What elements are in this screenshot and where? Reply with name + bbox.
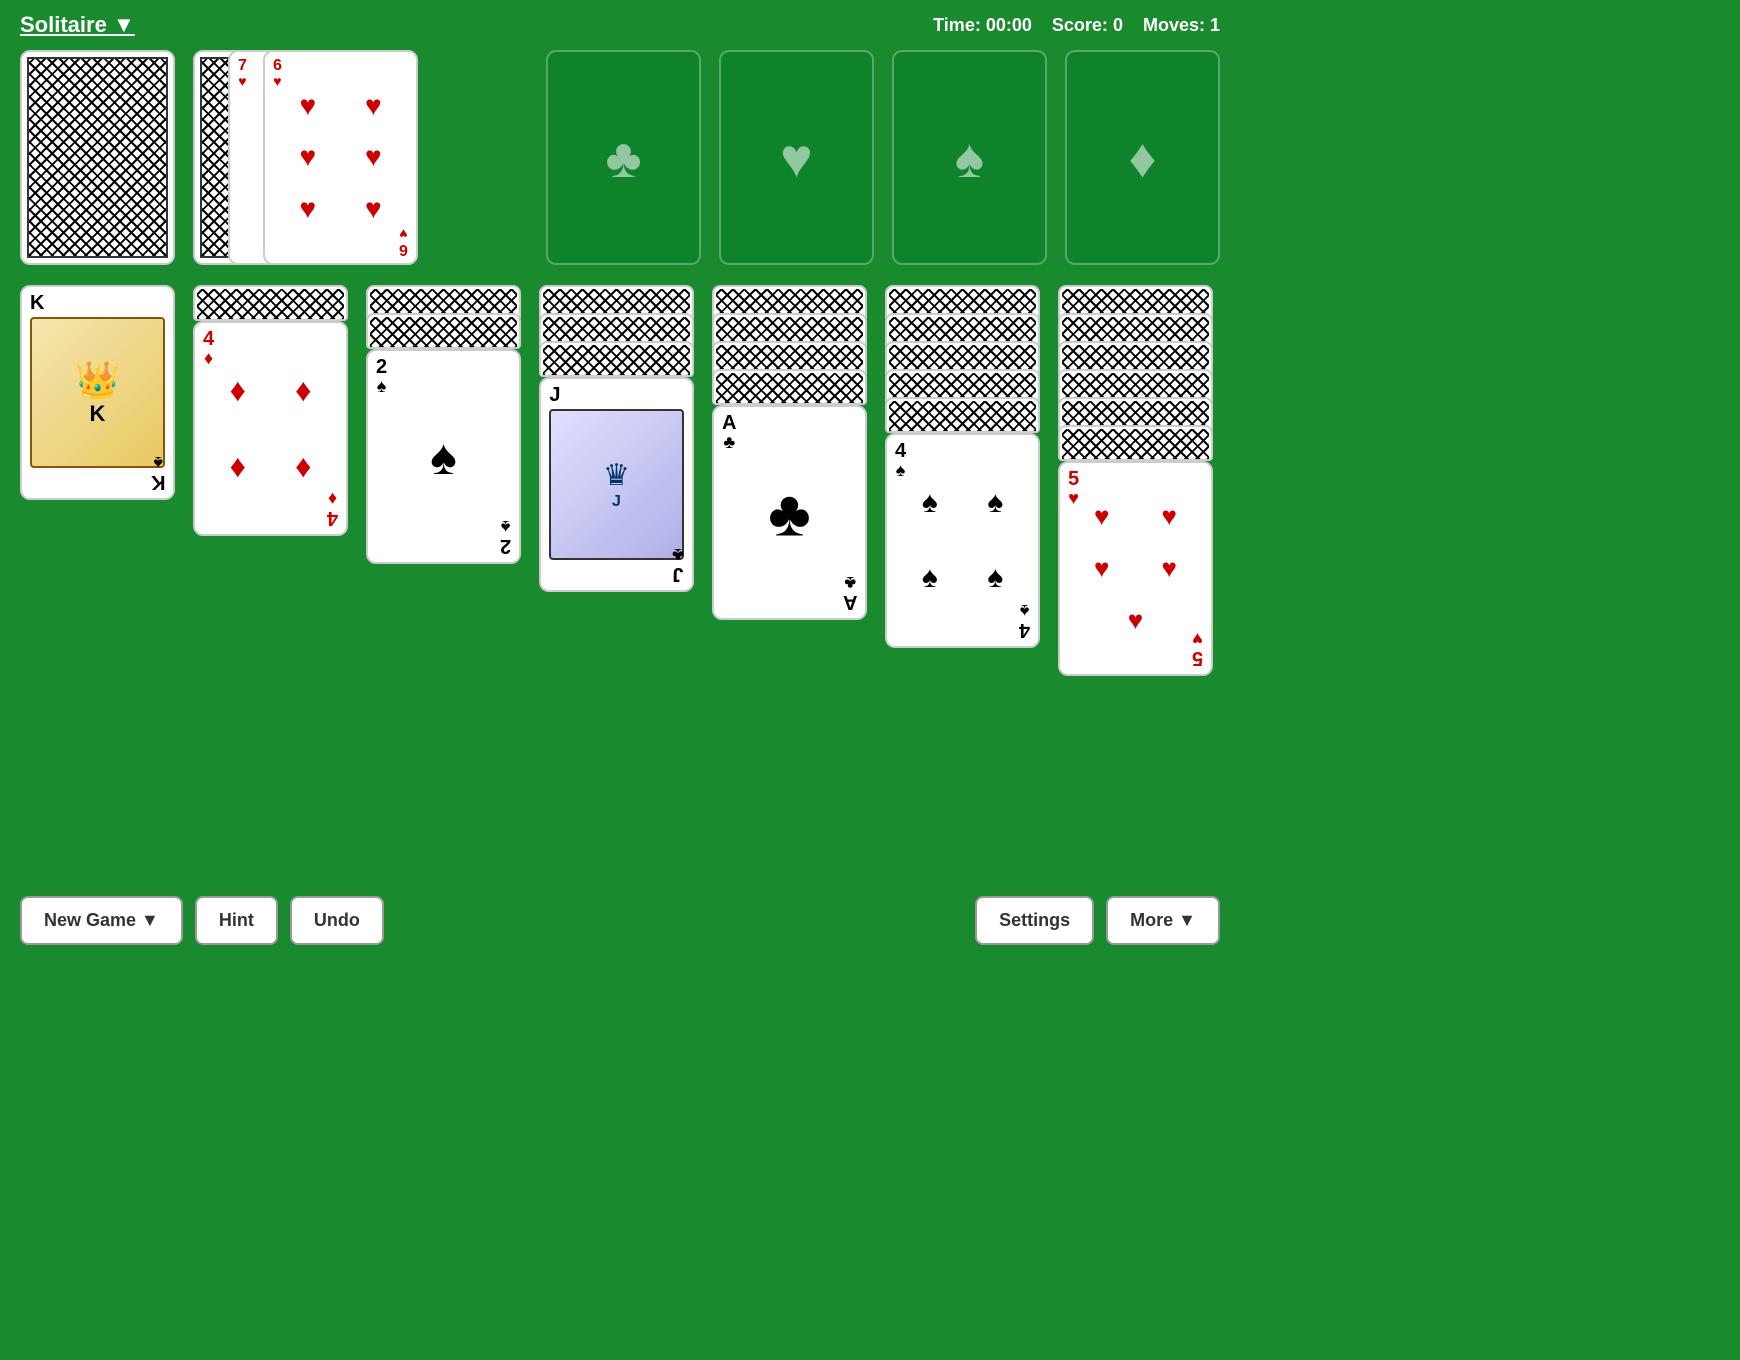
- tableau-col-4[interactable]: J ♣ ♛ J J ♣: [539, 285, 694, 685]
- footer-right-buttons: Settings More ▼: [975, 896, 1220, 945]
- tableau: K ♠ 👑 K K ♠: [20, 285, 1220, 685]
- waste-card-top[interactable]: 6 ♥ ♥ ♥ ♥ ♥ ♥ ♥ 6 ♥: [263, 50, 418, 265]
- stock-pile[interactable]: [20, 50, 175, 265]
- footer: New Game ▼ Hint Undo Settings More ▼: [0, 880, 1240, 960]
- foundation-spades[interactable]: ♠: [892, 50, 1047, 265]
- game-area: 7 ♥ 7 ♥ 6 ♥ ♥ ♥ ♥ ♥: [0, 50, 1240, 685]
- five-hearts-card[interactable]: 5 ♥ ♥ ♥ ♥ ♥ ♥ 5 ♥: [1058, 461, 1213, 676]
- ace-clubs-card[interactable]: A ♣ ♣ A ♣: [712, 405, 867, 620]
- tableau-col-7[interactable]: 5 ♥ ♥ ♥ ♥ ♥ ♥ 5 ♥: [1058, 285, 1213, 685]
- undo-button[interactable]: Undo: [290, 896, 384, 945]
- moves-stat: Moves: 1: [1143, 15, 1220, 36]
- tableau-col-5[interactable]: A ♣ ♣ A ♣: [712, 285, 867, 685]
- footer-left-buttons: New Game ▼ Hint Undo: [20, 896, 384, 945]
- settings-button[interactable]: Settings: [975, 896, 1094, 945]
- four-diamonds-card[interactable]: 4 ♦ ♦ ♦ ♦ ♦ 4 ♦: [193, 321, 348, 536]
- col4-facedown-3: [539, 341, 694, 377]
- col7-facedown-6: [1058, 425, 1213, 461]
- king-spades-card[interactable]: K ♠ 👑 K K ♠: [20, 285, 175, 500]
- more-button[interactable]: More ▼: [1106, 896, 1220, 945]
- waste-pile[interactable]: 7 ♥ 7 ♥ 6 ♥ ♥ ♥ ♥ ♥: [193, 50, 393, 265]
- tableau-col-2[interactable]: 4 ♦ ♦ ♦ ♦ ♦ 4 ♦: [193, 285, 348, 685]
- game-stats: Time: 00:00 Score: 0 Moves: 1: [933, 15, 1220, 36]
- score-stat: Score: 0: [1052, 15, 1123, 36]
- col6-facedown-5: [885, 397, 1040, 433]
- two-spades-card[interactable]: 2 ♠ ♠ 2 ♠: [366, 349, 521, 564]
- foundation-diamonds[interactable]: ♦: [1065, 50, 1220, 265]
- new-game-button[interactable]: New Game ▼: [20, 896, 183, 945]
- time-stat: Time: 00:00: [933, 15, 1032, 36]
- foundation-hearts[interactable]: ♥: [719, 50, 874, 265]
- game-title[interactable]: Solitaire ▼: [20, 12, 135, 38]
- foundation-clubs[interactable]: ♣: [546, 50, 701, 265]
- tableau-col-6[interactable]: 4 ♠ ♠ ♠ ♠ ♠ 4 ♠: [885, 285, 1040, 685]
- col3-facedown-2: [366, 313, 521, 349]
- col5-facedown-4: [712, 369, 867, 405]
- tableau-col-3[interactable]: 2 ♠ ♠ 2 ♠: [366, 285, 521, 685]
- hint-button[interactable]: Hint: [195, 896, 278, 945]
- tableau-col-1[interactable]: K ♠ 👑 K K ♠: [20, 285, 175, 685]
- four-spades-card[interactable]: 4 ♠ ♠ ♠ ♠ ♠ 4 ♠: [885, 433, 1040, 648]
- col2-facedown-1: [193, 285, 348, 321]
- top-row: 7 ♥ 7 ♥ 6 ♥ ♥ ♥ ♥ ♥: [20, 50, 1220, 265]
- game-header: Solitaire ▼ Time: 00:00 Score: 0 Moves: …: [0, 0, 1240, 50]
- jack-clubs-card[interactable]: J ♣ ♛ J J ♣: [539, 377, 694, 592]
